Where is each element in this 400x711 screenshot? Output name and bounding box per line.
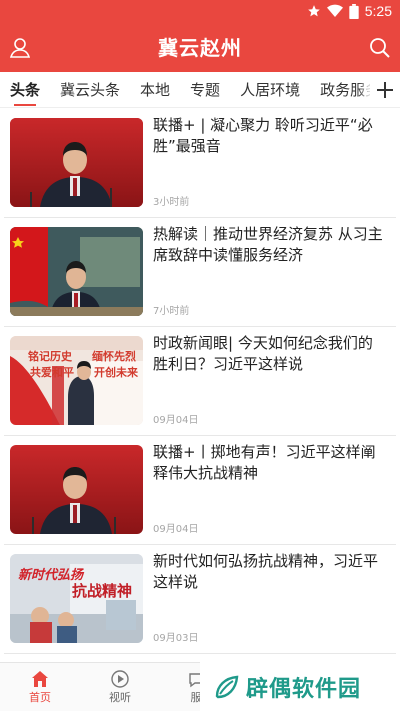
tab-local[interactable]: 本地	[140, 72, 170, 107]
news-title: 热解读｜推动世界经济复苏 从习主席致辞中读懂服务经济	[153, 225, 383, 264]
app-bar: 冀云赵州	[0, 24, 400, 72]
news-title: 联播+丨掷地有声！习近平这样阐释伟大抗战精神	[153, 443, 376, 482]
news-item[interactable]: 铭记历史 共爱和平 缅怀先烈 开创未来 时政新闻眼| 今天如何纪念我们的胜利日？…	[4, 327, 396, 436]
nav-video[interactable]: 视听	[90, 669, 150, 705]
thumb-caption: 缅怀先烈	[92, 350, 136, 363]
watermark: 辟偶软件园	[200, 662, 400, 711]
battery-icon	[349, 3, 359, 19]
news-time: 7小时前	[153, 306, 190, 317]
news-item[interactable]: 热解读｜推动世界经济复苏 从习主席致辞中读懂服务经济 7小时前	[4, 218, 396, 327]
news-item[interactable]: 新时代弘扬 抗战精神 新时代如何弘扬抗战精神，习近平这样说 09月03日	[4, 545, 396, 654]
news-thumbnail: 铭记历史 共爱和平 缅怀先烈 开创未来	[10, 336, 143, 425]
tab-topics[interactable]: 专题	[190, 72, 220, 107]
play-icon	[111, 670, 129, 688]
news-item[interactable]: 联播+ | 凝心聚力 聆听习近平“必胜”最强音 3小时前	[4, 109, 396, 218]
tab-headlines[interactable]: 头条	[10, 72, 40, 107]
news-thumbnail	[10, 227, 143, 316]
news-item[interactable]: 联播+丨掷地有声！习近平这样阐释伟大抗战精神 09月04日	[4, 436, 396, 545]
news-list: 联播+ | 凝心聚力 聆听习近平“必胜”最强音 3小时前 热解读｜推动世界经济复…	[0, 109, 400, 654]
news-time: 09月04日	[153, 524, 199, 535]
news-thumbnail: 新时代弘扬 抗战精神	[10, 554, 143, 643]
news-time: 09月04日	[153, 415, 199, 426]
thumb-caption: 铭记历史	[28, 350, 72, 363]
home-icon	[32, 671, 48, 687]
add-channel-button[interactable]	[370, 72, 400, 107]
nav-home[interactable]: 首页	[10, 669, 70, 705]
tab-living-environment[interactable]: 人居环境	[240, 72, 300, 107]
nav-video-label: 视听	[109, 691, 131, 704]
search-icon	[370, 38, 390, 58]
watermark-text: 辟偶软件园	[246, 676, 362, 702]
wifi-icon	[326, 4, 343, 18]
news-title: 新时代如何弘扬抗战精神，习近平这样说	[153, 552, 379, 591]
news-time: 09月03日	[153, 633, 199, 644]
category-tabs: 头条 冀云头条 本地 专题 人居环境 政务服务	[0, 72, 400, 108]
star-icon	[307, 5, 320, 17]
news-title: 时政新闻眼| 今天如何纪念我们的胜利日？习近平这样说	[153, 334, 373, 373]
nav-home-label: 首页	[29, 691, 51, 704]
thumb-caption: 开创未来	[94, 366, 138, 379]
search-button[interactable]	[366, 34, 394, 62]
app-title: 冀云赵州	[158, 36, 242, 60]
news-thumbnail	[10, 118, 143, 207]
leaf-logo-icon	[215, 675, 239, 698]
thumb-caption: 抗战精神	[72, 582, 133, 600]
plus-icon	[377, 82, 393, 98]
news-time: 3小时前	[153, 197, 190, 208]
news-title: 联播+ | 凝心聚力 聆听习近平“必胜”最强音	[153, 116, 373, 155]
tab-list: 头条 冀云头条 本地 专题 人居环境 政务服务	[10, 72, 400, 107]
news-thumbnail	[10, 445, 143, 534]
status-icons: 5:25	[307, 3, 392, 19]
tab-jiyun-headlines[interactable]: 冀云头条	[60, 72, 120, 107]
status-bar: 5:25	[0, 0, 400, 24]
thumb-caption: 共爱和平	[30, 366, 74, 379]
status-time: 5:25	[364, 3, 392, 19]
